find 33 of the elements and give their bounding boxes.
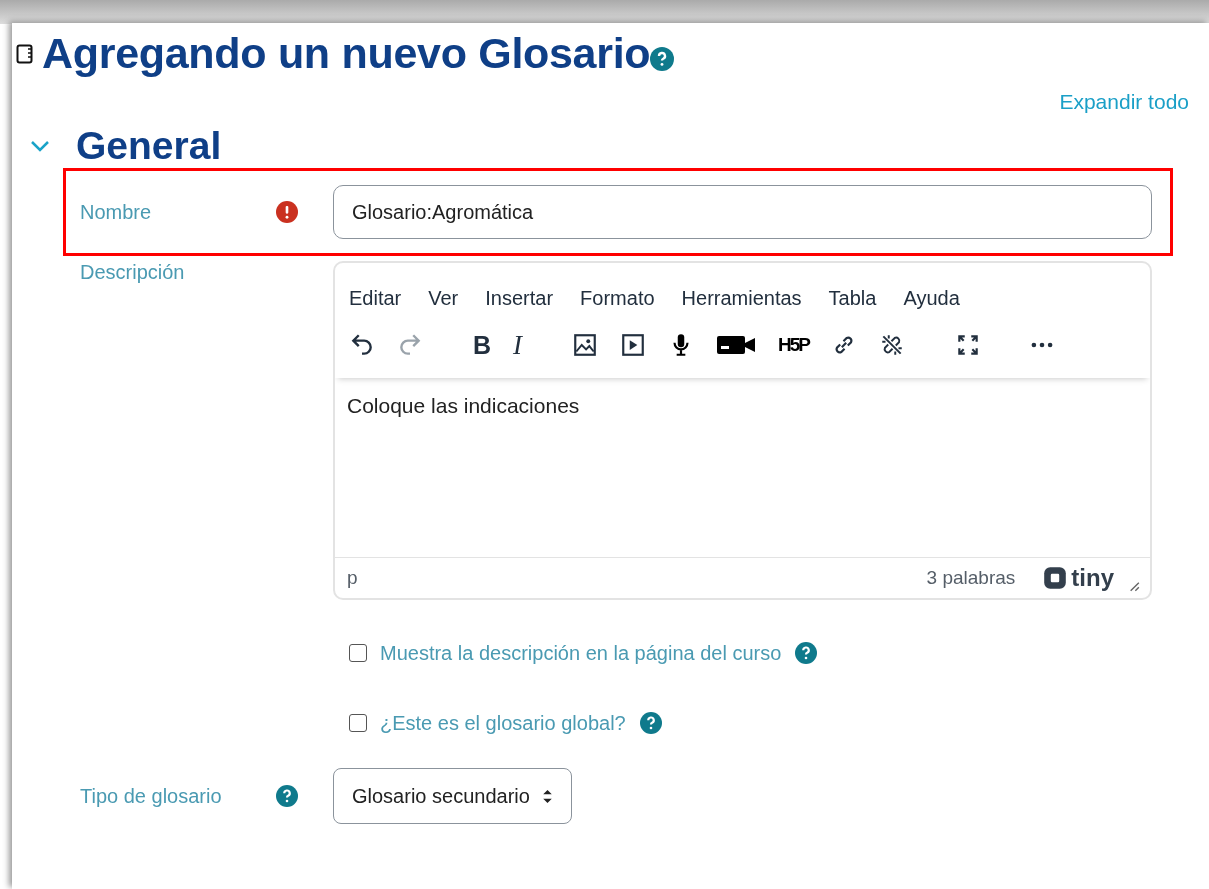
help-icon[interactable] xyxy=(639,712,662,734)
up-down-caret-icon xyxy=(541,788,553,804)
checkbox[interactable] xyxy=(349,714,367,732)
field-label: Nombre xyxy=(80,200,153,224)
h5p-button[interactable]: H5P xyxy=(778,330,810,360)
menu-item[interactable]: Tabla xyxy=(828,287,877,310)
logo-icon xyxy=(1043,566,1068,590)
word-count: 3 palabras xyxy=(926,567,1016,589)
menu-item[interactable]: Ayuda xyxy=(903,287,960,310)
field-label: Descripción xyxy=(80,261,186,284)
notebook-icon xyxy=(16,43,34,64)
editor-content[interactable]: Coloque las indicaciones xyxy=(335,378,1150,558)
menu-item[interactable]: Ver xyxy=(428,287,459,310)
bold-button[interactable]: B xyxy=(473,330,492,360)
help-icon[interactable] xyxy=(276,785,298,807)
page-title: Agregando un nuevo Glosario xyxy=(42,29,651,78)
help-icon[interactable] xyxy=(795,642,818,664)
element-path[interactable]: p xyxy=(347,567,358,589)
menu-item[interactable]: Editar xyxy=(349,287,402,310)
help-icon[interactable] xyxy=(650,46,675,71)
paragraph: Coloque las indicaciones xyxy=(347,394,580,417)
menu-item[interactable]: Insertar xyxy=(485,287,554,310)
glossary-type-select[interactable]: Glosario secundario xyxy=(333,768,572,824)
italic-button[interactable]: I xyxy=(513,330,523,360)
ellipsis-icon xyxy=(1031,342,1054,348)
chevron-icon[interactable] xyxy=(30,140,50,152)
section-title: General xyxy=(76,124,222,168)
field-label: Tipo de glosario xyxy=(80,784,223,808)
brand-name: tiny xyxy=(1071,564,1114,592)
menu-item[interactable]: Formato xyxy=(580,287,655,310)
checkbox[interactable] xyxy=(349,644,367,662)
menu-item[interactable]: Herramientas xyxy=(681,287,802,310)
name-input[interactable]: Glosario:Agromática xyxy=(333,185,1152,239)
